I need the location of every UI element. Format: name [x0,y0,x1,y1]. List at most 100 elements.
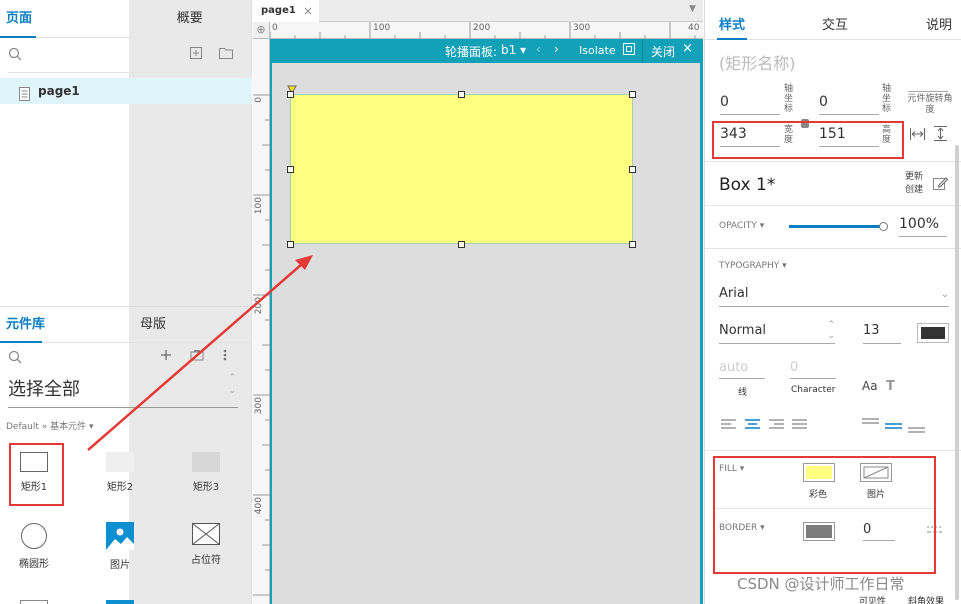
resize-handle[interactable] [458,241,465,248]
text-format-icon[interactable]: T [886,379,895,394]
fit-icon[interactable] [623,43,635,58]
line-height-label: 线 [738,388,748,398]
library-item-label: 图片 [110,560,130,571]
ruler-label: 200 [254,297,264,315]
align-left-icon[interactable] [721,419,737,434]
ruler-label: 300 [254,397,264,415]
align-right-icon[interactable] [769,419,785,434]
resize-handle[interactable] [629,91,636,98]
library-item-rect2[interactable]: 矩形2 [90,452,150,493]
tab-overflow-icon[interactable]: ▼ [689,4,696,14]
more-menu-icon[interactable] [223,349,227,365]
library-item-placeholder[interactable]: 占位符 [176,523,236,566]
typography-label[interactable]: TYPOGRAPHY ▾ [719,261,787,271]
resize-handle[interactable] [287,91,294,98]
resize-handle[interactable] [458,91,465,98]
text-shadow-icon[interactable]: Aa [862,379,878,393]
ruler-horizontal: 0 100 200 300 40 [270,22,703,39]
font-weight-select[interactable]: Normal ⌃ ⌄ [719,320,835,344]
dynamic-panel-label: 轮播面板: [445,45,498,59]
opacity-slider[interactable] [789,225,885,228]
library-item-rect3[interactable]: 矩形3 [176,452,236,493]
align-justify-icon[interactable] [792,419,808,434]
add-folder-icon[interactable] [219,47,233,63]
tab-library[interactable]: 元件库 [0,307,118,342]
tab-notes[interactable]: 说明 [926,14,952,33]
ruler-label: 100 [373,23,391,33]
tab-interactions[interactable]: 交互 [822,14,848,33]
opacity-label[interactable]: OPACITY ▾ [719,221,764,231]
isolate-button[interactable]: Isolate [579,44,616,57]
next-state-icon[interactable]: › [554,42,559,56]
x-field[interactable]: 0 [720,94,780,115]
resize-handle[interactable] [629,241,636,248]
library-settings-icon[interactable] [190,349,204,365]
library-breadcrumb[interactable]: Default » 基本元件 ▾ [6,419,94,432]
add-library-icon[interactable] [160,349,172,365]
library-item-ellipse[interactable]: 椭圆形 [4,523,64,570]
library-item-image[interactable]: 图片 [90,522,150,571]
y-field[interactable]: 0 [819,94,879,115]
resize-handle[interactable] [287,166,294,173]
ruler-label: 0 [272,23,278,33]
line-height-field[interactable]: auto [719,360,765,379]
divider [705,248,961,249]
document-tab[interactable]: page1 × [253,0,319,22]
y-label: 轴坐标 [882,84,892,114]
image-icon [106,522,134,550]
name-field[interactable]: (矩形名称) [719,50,796,74]
close-icon[interactable]: × [682,41,693,56]
document-tab-label: page1 [261,5,296,16]
add-page-icon[interactable] [190,47,202,63]
valign-middle-icon[interactable] [885,421,903,435]
ruler-label: 0 [254,97,264,103]
library-item-partial [20,600,48,604]
opacity-field[interactable]: 100% [899,216,947,237]
update-style-button[interactable]: 更新 创建 [905,171,923,197]
fit-width-icon[interactable] [910,128,925,143]
rotation-field[interactable] [908,84,948,92]
page-label: page1 [38,84,80,98]
close-icon[interactable]: × [303,0,313,22]
tab-style[interactable]: 样式 [719,14,745,33]
char-spacing-field[interactable]: 0 [790,360,836,379]
library-select[interactable]: 选择全部 ⌃ ⌄ [8,372,238,408]
search-icon[interactable] [8,350,22,368]
text-color-swatch[interactable] [917,323,949,343]
divider [8,72,240,73]
update-label: 更新 [905,172,924,182]
valign-top-icon[interactable] [862,417,880,431]
resize-handle[interactable] [629,166,636,173]
library-item-label: 占位符 [191,555,221,566]
state-dropdown[interactable]: b1 ▾ [501,43,526,57]
style-name[interactable]: Box 1* [719,175,775,195]
selected-rectangle[interactable] [290,94,633,244]
resize-handle[interactable] [287,241,294,248]
create-label: 创建 [905,185,924,195]
close-panel-button[interactable]: 关闭 [651,43,675,60]
chevron-down-icon: ⌄ [940,289,949,300]
ruler-corner-icon[interactable]: ⊕ [253,22,270,39]
scrollbar[interactable] [955,145,959,600]
pages-tabbar: 页面 概要 [0,0,251,604]
placeholder-icon [192,523,220,545]
tab-pages[interactable]: 页面 [0,0,129,37]
divider [705,161,961,162]
align-center-icon[interactable] [745,419,761,434]
valign-bottom-icon[interactable] [908,425,926,439]
tab-masters[interactable]: 母版 [118,307,252,342]
fit-height-icon[interactable] [934,126,947,144]
font-size-field[interactable]: 13 [863,323,901,344]
page-item[interactable]: page1 [0,78,252,104]
ruler-label: 400 [254,497,264,515]
rotation-label: 元件旋转角度 [907,94,953,115]
edit-style-icon[interactable] [933,176,949,193]
font-family-select[interactable]: Arial ⌄ [719,286,949,307]
prev-state-icon[interactable]: ‹ [536,42,541,56]
tab-underline [0,341,42,343]
tab-underline [717,38,747,40]
search-icon[interactable] [8,47,22,65]
opacity-slider-thumb[interactable] [879,222,888,231]
dynamic-panel-bar: 轮播面板: b1 ▾ ‹ › Isolate 关闭 × [270,39,703,63]
font-weight-value: Normal [719,323,767,338]
